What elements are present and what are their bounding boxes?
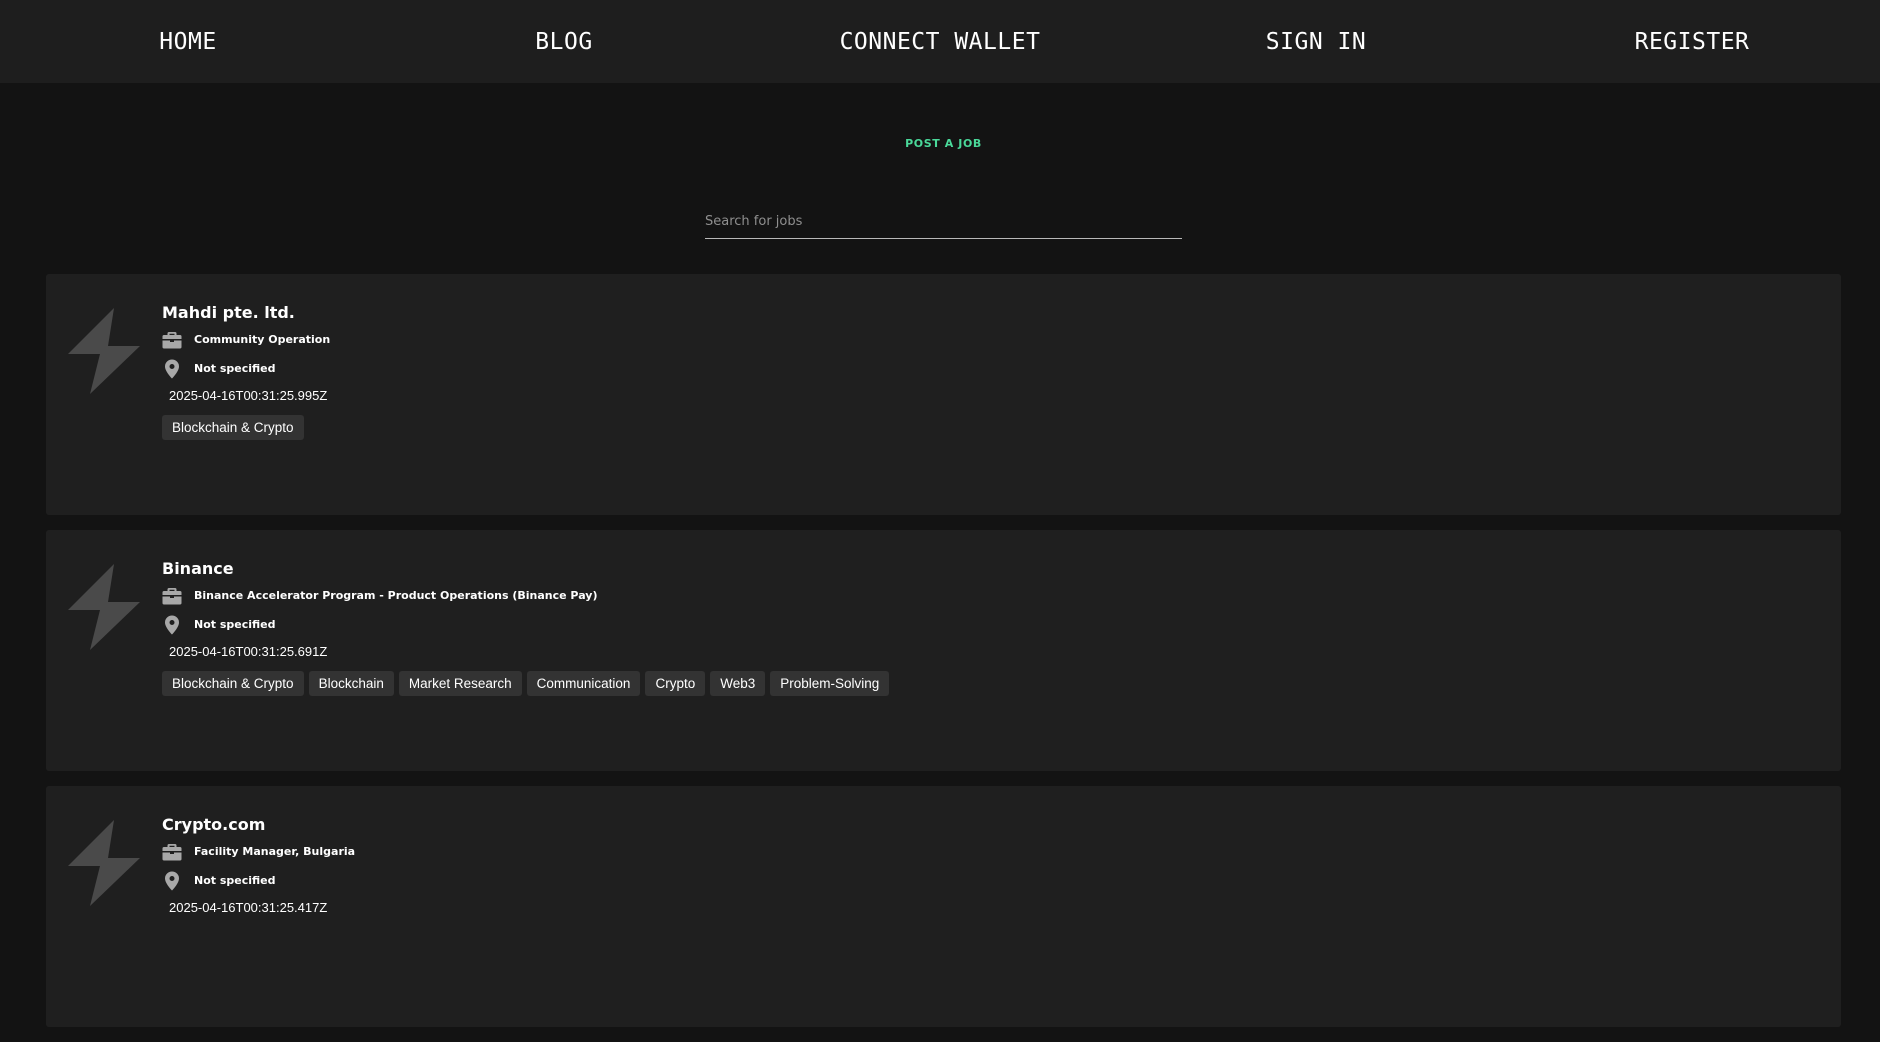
- location-pin-icon: [165, 615, 179, 634]
- search-input[interactable]: [705, 207, 1182, 235]
- job-details: Mahdi pte. ltd. Community Operation Not …: [162, 301, 1821, 440]
- lightning-bolt-icon: [68, 820, 140, 906]
- company-name: Binance: [162, 559, 234, 578]
- lightning-bolt-icon: [68, 564, 140, 650]
- post-a-job-link[interactable]: POST A JOB: [0, 137, 1880, 150]
- job-tag[interactable]: Market Research: [398, 671, 522, 696]
- job-posted-date: 2025-04-16T00:31:25.691Z: [169, 644, 328, 659]
- job-tag[interactable]: Problem-Solving: [770, 671, 890, 696]
- job-role: Facility Manager, Bulgaria: [194, 845, 356, 858]
- nav-home-link[interactable]: HOME: [0, 29, 376, 55]
- job-role-row: Binance Accelerator Program - Product Op…: [162, 581, 1821, 610]
- location-pin-icon: [165, 359, 179, 378]
- job-tag[interactable]: Crypto: [645, 671, 706, 696]
- job-tag[interactable]: Web3: [710, 671, 766, 696]
- job-location: Not specified: [194, 874, 276, 887]
- job-role-row: Facility Manager, Bulgaria: [162, 837, 1821, 866]
- lightning-bolt-icon: [68, 308, 140, 394]
- job-tag[interactable]: Blockchain & Crypto: [162, 415, 304, 440]
- job-card[interactable]: Binance Binance Accelerator Program - Pr…: [46, 530, 1841, 771]
- job-card[interactable]: Mahdi pte. ltd. Community Operation Not …: [46, 274, 1841, 515]
- job-location-row: Not specified: [162, 354, 1821, 383]
- job-tag[interactable]: Communication: [526, 671, 641, 696]
- job-location: Not specified: [194, 362, 276, 375]
- briefcase-icon: [162, 331, 182, 348]
- job-role: Community Operation: [194, 333, 331, 346]
- job-tag[interactable]: Blockchain & Crypto: [162, 671, 304, 696]
- nav-register-link[interactable]: REGISTER: [1504, 29, 1880, 55]
- job-tags: Blockchain & Crypto: [162, 415, 1821, 440]
- briefcase-icon: [162, 587, 182, 604]
- job-role-row: Community Operation: [162, 325, 1821, 354]
- job-role: Binance Accelerator Program - Product Op…: [194, 589, 598, 602]
- company-name: Crypto.com: [162, 815, 266, 834]
- job-location: Not specified: [194, 618, 276, 631]
- job-list: Mahdi pte. ltd. Community Operation Not …: [46, 274, 1841, 1042]
- briefcase-icon: [162, 843, 182, 860]
- job-card[interactable]: Crypto.com Facility Manager, Bulgaria No…: [46, 786, 1841, 1027]
- nav-connect-wallet-link[interactable]: CONNECT WALLET: [752, 29, 1128, 55]
- job-posted-date: 2025-04-16T00:31:25.417Z: [169, 900, 328, 915]
- job-details: Binance Binance Accelerator Program - Pr…: [162, 557, 1821, 696]
- search-bar: [705, 207, 1182, 239]
- top-navbar: HOME BLOG CONNECT WALLET SIGN IN REGISTE…: [0, 0, 1880, 83]
- job-tag[interactable]: Blockchain: [308, 671, 394, 696]
- location-pin-icon: [165, 871, 179, 890]
- nav-blog-link[interactable]: BLOG: [376, 29, 752, 55]
- nav-sign-in-link[interactable]: SIGN IN: [1128, 29, 1504, 55]
- job-tags: Blockchain & Crypto Blockchain Market Rese…: [162, 671, 1821, 696]
- job-location-row: Not specified: [162, 866, 1821, 895]
- job-details: Crypto.com Facility Manager, Bulgaria No…: [162, 813, 1821, 927]
- company-name: Mahdi pte. ltd.: [162, 303, 295, 322]
- job-posted-date: 2025-04-16T00:31:25.995Z: [169, 388, 328, 403]
- job-location-row: Not specified: [162, 610, 1821, 639]
